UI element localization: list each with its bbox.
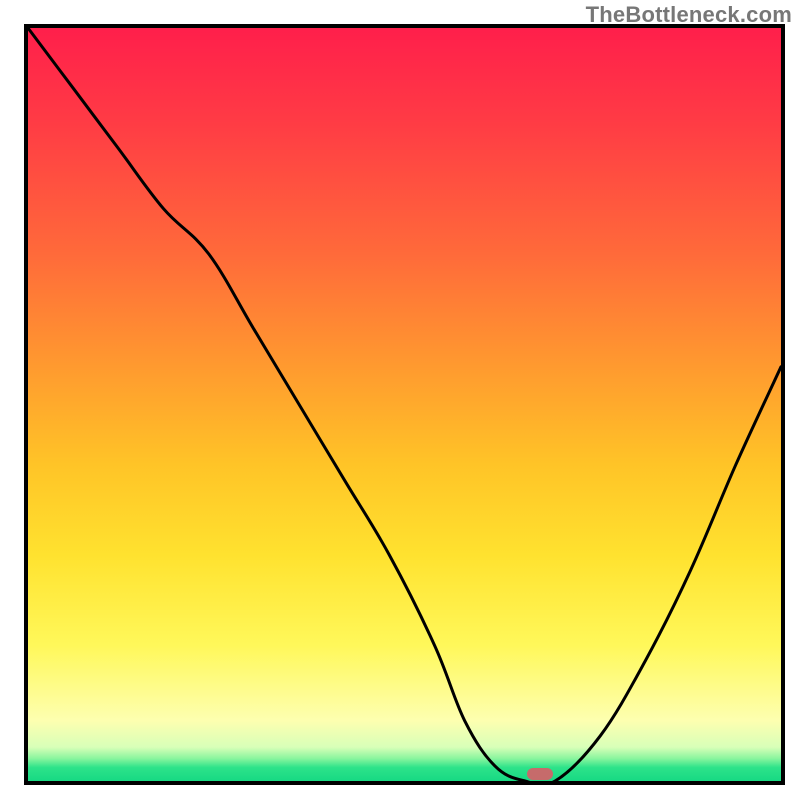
bottleneck-curve: [28, 28, 781, 781]
stage: TheBottleneck.com: [0, 0, 800, 800]
watermark-text: TheBottleneck.com: [586, 2, 792, 28]
valley-marker: [527, 768, 553, 780]
curve-svg: [28, 28, 781, 781]
plot-area: [24, 24, 785, 785]
